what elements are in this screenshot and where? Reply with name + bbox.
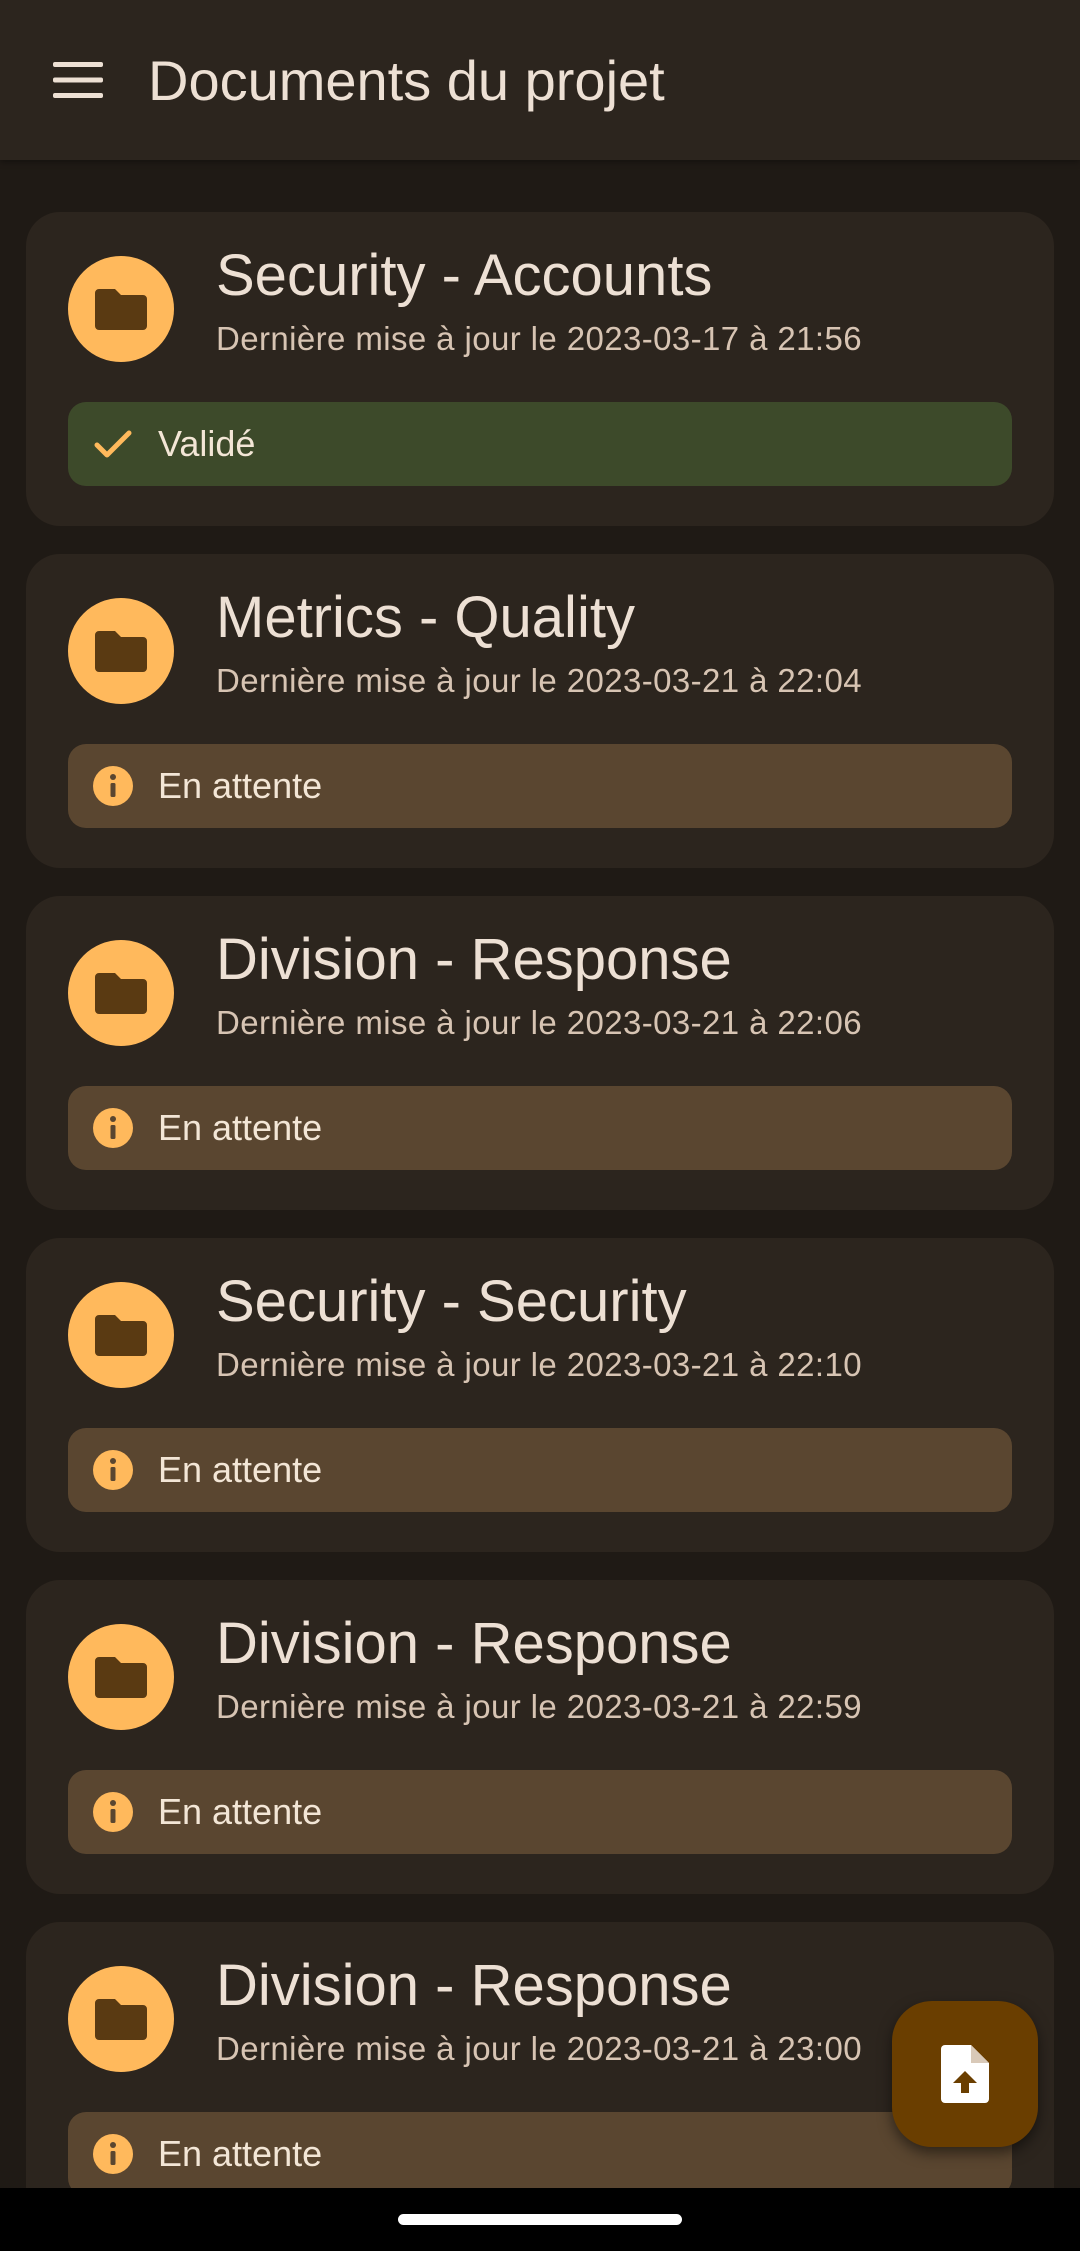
document-title: Division - Response <box>216 1611 732 1676</box>
document-updated: Dernière mise à jour le 2023-03-17 à 21:… <box>216 320 863 357</box>
status-label: En attente <box>158 1449 323 1490</box>
info-icon <box>92 2133 134 2175</box>
document-title: Security - Security <box>216 1269 687 1334</box>
info-icon <box>92 1107 134 1149</box>
folder-avatar <box>68 1282 174 1388</box>
folder-icon <box>95 1999 147 2040</box>
check-icon <box>92 423 134 465</box>
status-label: En attente <box>158 2133 323 2174</box>
status-label: En attente <box>158 765 323 806</box>
document-card[interactable]: Division - Response Dernière mise à jour… <box>26 1580 1054 1894</box>
page-title: Documents du projet <box>148 48 665 112</box>
status-badge: Validé <box>68 402 1012 486</box>
folder-avatar <box>68 940 174 1046</box>
document-card[interactable]: Division - Response Dernière mise à jour… <box>26 896 1054 1210</box>
menu-icon <box>53 62 103 98</box>
document-list: Security - Accounts Dernière mise à jour… <box>26 212 1054 2236</box>
status-badge: En attente <box>68 1428 1012 1512</box>
document-updated: Dernière mise à jour le 2023-03-21 à 22:… <box>216 1004 863 1041</box>
document-card[interactable]: Security - Security Dernière mise à jour… <box>26 1238 1054 1552</box>
document-updated: Dernière mise à jour le 2023-03-21 à 23:… <box>216 2030 863 2067</box>
document-updated: Dernière mise à jour le 2023-03-21 à 22:… <box>216 662 863 699</box>
info-icon <box>92 765 134 807</box>
status-badge: En attente <box>68 1086 1012 1170</box>
status-label: En attente <box>158 1107 323 1148</box>
folder-avatar <box>68 598 174 704</box>
menu-button[interactable] <box>48 50 108 110</box>
document-title: Division - Response <box>216 1953 732 2018</box>
folder-icon <box>95 289 147 330</box>
folder-avatar <box>68 1624 174 1730</box>
folder-avatar <box>68 256 174 362</box>
document-title: Metrics - Quality <box>216 585 635 650</box>
document-updated: Dernière mise à jour le 2023-03-21 à 22:… <box>216 1346 863 1383</box>
top-app-bar: Documents du projet <box>0 0 1080 160</box>
document-title: Division - Response <box>216 927 732 992</box>
system-navigation-bar <box>0 2188 1080 2251</box>
status-label: Validé <box>158 423 256 464</box>
info-icon <box>92 1449 134 1491</box>
folder-icon <box>95 631 147 672</box>
status-badge: En attente <box>68 1770 1012 1854</box>
status-badge: En attente <box>68 744 1012 828</box>
folder-avatar <box>68 1966 174 2072</box>
status-badge: En attente <box>68 2112 1012 2196</box>
folder-icon <box>95 1315 147 1356</box>
folder-icon <box>95 973 147 1014</box>
document-updated: Dernière mise à jour le 2023-03-21 à 22:… <box>216 1688 863 1725</box>
document-card[interactable]: Security - Accounts Dernière mise à jour… <box>26 212 1054 526</box>
document-card[interactable]: Metrics - Quality Dernière mise à jour l… <box>26 554 1054 868</box>
folder-icon <box>95 1657 147 1698</box>
status-label: En attente <box>158 1791 323 1832</box>
upload-document-fab[interactable] <box>892 2001 1038 2147</box>
info-icon <box>92 1791 134 1833</box>
home-gesture-handle[interactable] <box>398 2214 682 2225</box>
upload-file-icon <box>941 2045 989 2103</box>
document-title: Security - Accounts <box>216 243 713 308</box>
